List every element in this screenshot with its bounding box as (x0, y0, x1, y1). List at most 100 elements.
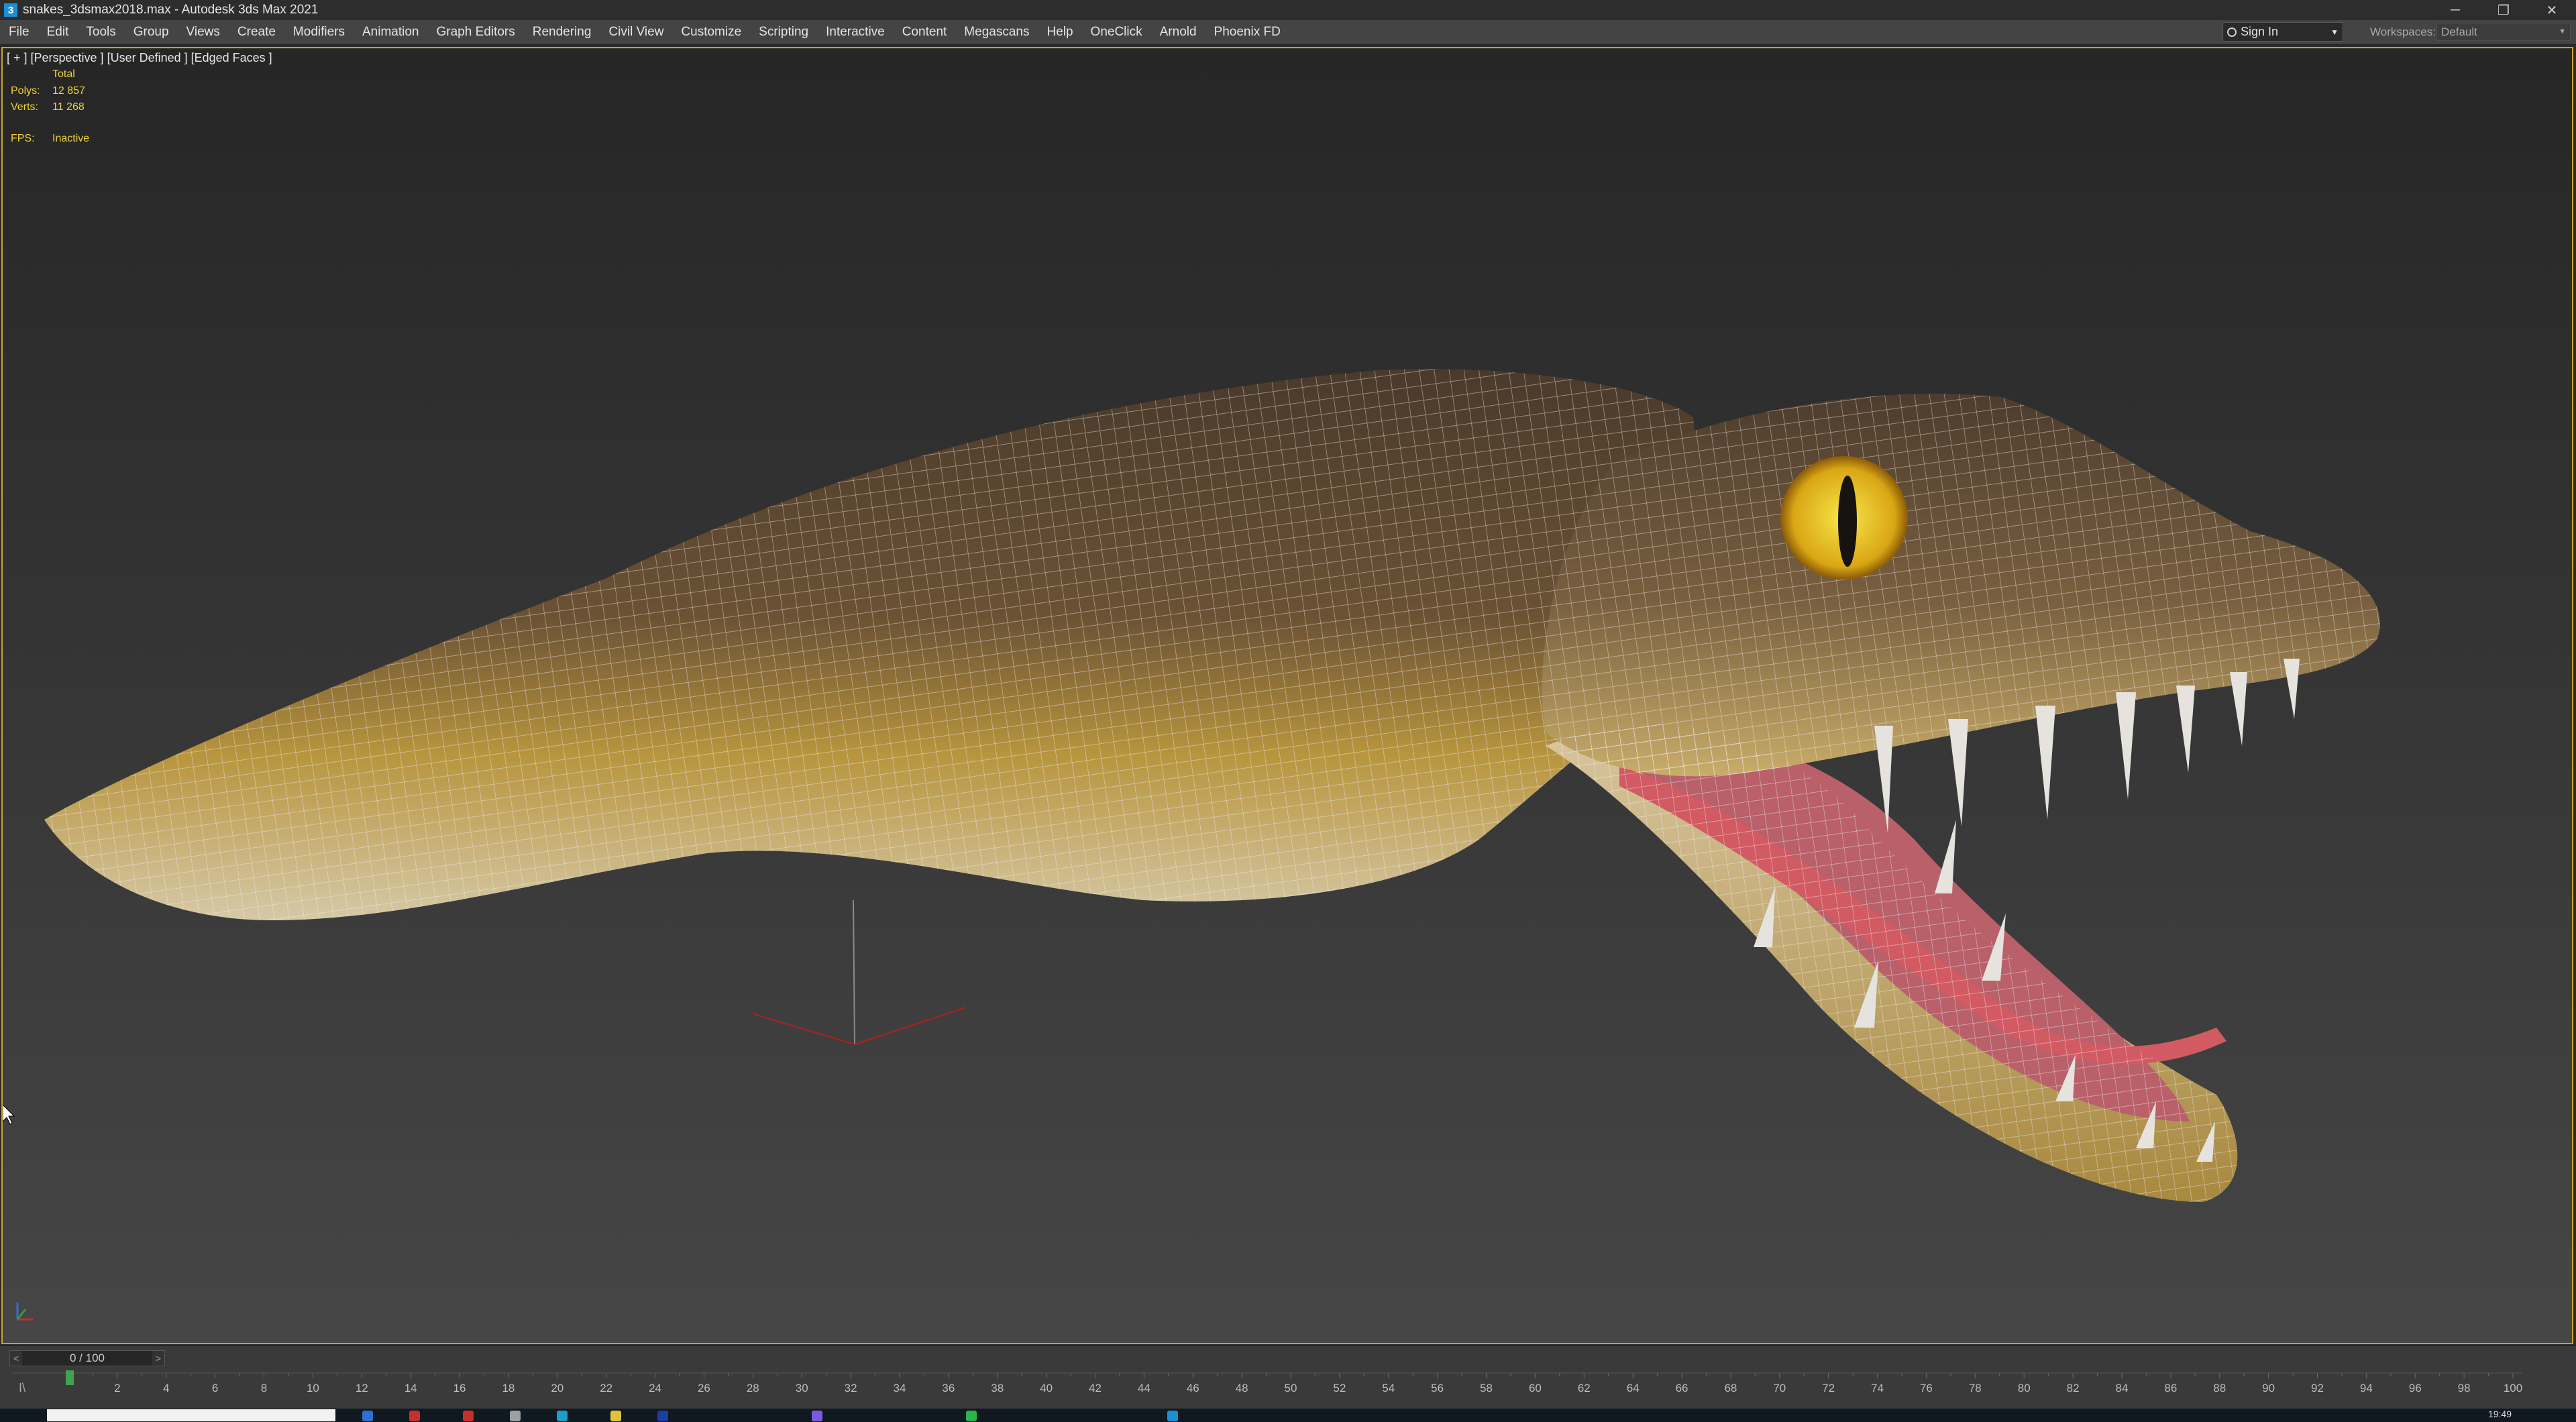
taskbar-app-icon[interactable] (557, 1411, 568, 1421)
menu-bar: File Edit Tools Group Views Create Modif… (0, 20, 2576, 45)
mouse-cursor-icon (3, 1104, 15, 1125)
user-icon (2227, 27, 2237, 37)
timeline-tick-label: 100 (2504, 1382, 2522, 1394)
menu-create[interactable]: Create (229, 20, 284, 44)
timeline-tick-label: 78 (1969, 1382, 1982, 1394)
workspaces-select[interactable]: Default ▼ (2436, 23, 2571, 41)
timeline-tick-label: 66 (1676, 1382, 1688, 1394)
snake-head-wireframe (1542, 393, 2380, 777)
menu-customize[interactable]: Customize (672, 20, 750, 44)
timeline-tick-label: 72 (1822, 1382, 1835, 1394)
taskbar-app-icon[interactable] (510, 1411, 521, 1421)
timeline-tick-label: 30 (796, 1382, 808, 1394)
timeline-tick-label: 86 (2164, 1382, 2177, 1394)
time-slider[interactable]: < 0 / 100 > (9, 1350, 165, 1366)
next-frame-button[interactable]: > (152, 1351, 164, 1366)
3ds-max-icon[interactable]: 3 (4, 3, 17, 17)
timeline-tick-label: 48 (1236, 1382, 1248, 1394)
stats-verts-value: 11 268 (52, 101, 85, 113)
chevron-down-icon: ▼ (2559, 28, 2566, 36)
windows-taskbar: 19:49 (0, 1409, 2576, 1422)
menu-interactive[interactable]: Interactive (817, 20, 894, 44)
sign-in-dropdown[interactable]: Sign In ▼ (2222, 22, 2343, 42)
taskbar-app-icon[interactable] (409, 1411, 420, 1421)
minimize-button[interactable]: ─ (2431, 0, 2479, 20)
menu-scripting[interactable]: Scripting (750, 20, 817, 44)
timeline-tick-label: 94 (2360, 1382, 2373, 1394)
timeline-tick-label: 34 (893, 1382, 906, 1394)
timeline-tick-label: 28 (747, 1382, 759, 1394)
timeline-tick-label: 22 (600, 1382, 612, 1394)
timeline-tick-label: 2 (114, 1382, 120, 1394)
timeline-mode-icon: I\ (19, 1381, 25, 1394)
taskbar-search-box[interactable] (47, 1409, 335, 1421)
frame-counter: 0 / 100 (70, 1352, 105, 1364)
taskbar-app-icon[interactable] (362, 1411, 373, 1421)
timeline-tick-label: 32 (845, 1382, 857, 1394)
menu-megascans[interactable]: Megascans (955, 20, 1038, 44)
menu-help[interactable]: Help (1038, 20, 1081, 44)
close-button[interactable]: ✕ (2528, 0, 2576, 20)
menu-arnold[interactable]: Arnold (1151, 20, 1205, 44)
axis-gizmo-icon (16, 1303, 33, 1321)
menu-graph-editors[interactable]: Graph Editors (428, 20, 524, 44)
taskbar-app-icon[interactable] (610, 1411, 621, 1421)
timeline-tick-label: 96 (2409, 1382, 2422, 1394)
taskbar-clock: 19:49 (2487, 1409, 2512, 1419)
stats-total-label: Total (52, 68, 75, 80)
menu-civil-view[interactable]: Civil View (600, 20, 672, 44)
stats-polys-label: Polys: (11, 85, 40, 97)
menu-content[interactable]: Content (894, 20, 956, 44)
menu-rendering[interactable]: Rendering (524, 20, 600, 44)
taskbar-app-icon[interactable] (657, 1411, 668, 1421)
timeline-tick-label: 12 (356, 1382, 368, 1394)
timeline-tick-label: 46 (1187, 1382, 1199, 1394)
menu-group[interactable]: Group (125, 20, 178, 44)
timeline-tick-label: 56 (1431, 1382, 1444, 1394)
timeline-tick-label: 40 (1040, 1382, 1053, 1394)
timeline-ruler[interactable]: 2 4 6 8 10 12 14 16 18 20 22 24 26 28 30 32 34 36 38 40 42 44… (0, 1369, 2576, 1407)
viewport-label[interactable]: [ + ] [Perspective ] [User Defined ] [Ed… (7, 51, 272, 65)
menu-file[interactable]: File (0, 20, 38, 44)
timeline-tick-label: 50 (1285, 1382, 1297, 1394)
timeline-tick-label: 52 (1333, 1382, 1346, 1394)
timeline-tick-label: 68 (1724, 1382, 1737, 1394)
sign-in-label: Sign In (2241, 25, 2279, 38)
taskbar-app-icon[interactable] (966, 1411, 977, 1421)
stats-verts-label: Verts: (11, 101, 38, 113)
timeline-tick-label: 64 (1627, 1382, 1640, 1394)
timeline-tick-label: 6 (212, 1382, 218, 1394)
taskbar-app-icon[interactable] (463, 1411, 474, 1421)
menu-oneclick[interactable]: OneClick (1082, 20, 1151, 44)
stats-fps-label: FPS: (11, 133, 35, 144)
title-bar: 3 snakes_3dsmax2018.max - Autodesk 3ds M… (0, 0, 2576, 20)
stats-fps-value: Inactive (52, 133, 90, 144)
timeline-tick-label: 76 (1920, 1382, 1933, 1394)
timeline-tick-label: 38 (991, 1382, 1004, 1394)
menu-animation[interactable]: Animation (354, 20, 428, 44)
taskbar-3ds-max-icon[interactable] (1167, 1411, 1178, 1421)
timeline-tick-label: 18 (502, 1382, 515, 1394)
timeline-tick-label: 10 (307, 1382, 319, 1394)
time-slider-marker (66, 1370, 74, 1385)
menu-phoenix-fd[interactable]: Phoenix FD (1205, 20, 1289, 44)
menu-modifiers[interactable]: Modifiers (284, 20, 354, 44)
restore-button[interactable]: ❐ (2479, 0, 2528, 20)
menu-tools[interactable]: Tools (77, 20, 124, 44)
timeline-tick-label: 80 (2018, 1382, 2031, 1394)
timeline-tick-label: 74 (1871, 1382, 1884, 1394)
timeline-tick-label: 8 (261, 1382, 267, 1394)
timeline-tick-label: 70 (1773, 1382, 1786, 1394)
timeline-tick-label: 42 (1089, 1382, 1102, 1394)
pivot-gizmo (753, 899, 966, 1045)
timeline-tick-label: 88 (2213, 1382, 2226, 1394)
taskbar-app-icon[interactable] (812, 1411, 822, 1421)
chevron-down-icon: ▼ (2330, 27, 2339, 37)
perspective-viewport[interactable]: [ + ] [Perspective ] [User Defined ] [Ed… (1, 47, 2573, 1344)
snake-model-render (3, 369, 2380, 1321)
menu-edit[interactable]: Edit (38, 20, 78, 44)
snake-pupil (1838, 476, 1857, 567)
timeline: < 0 / 100 > 2 4 6 8 10 12 14 16 18 20 22 24 26 28 30 32… (0, 1346, 2576, 1409)
timeline-tick-label: 4 (163, 1382, 169, 1394)
menu-views[interactable]: Views (178, 20, 229, 44)
